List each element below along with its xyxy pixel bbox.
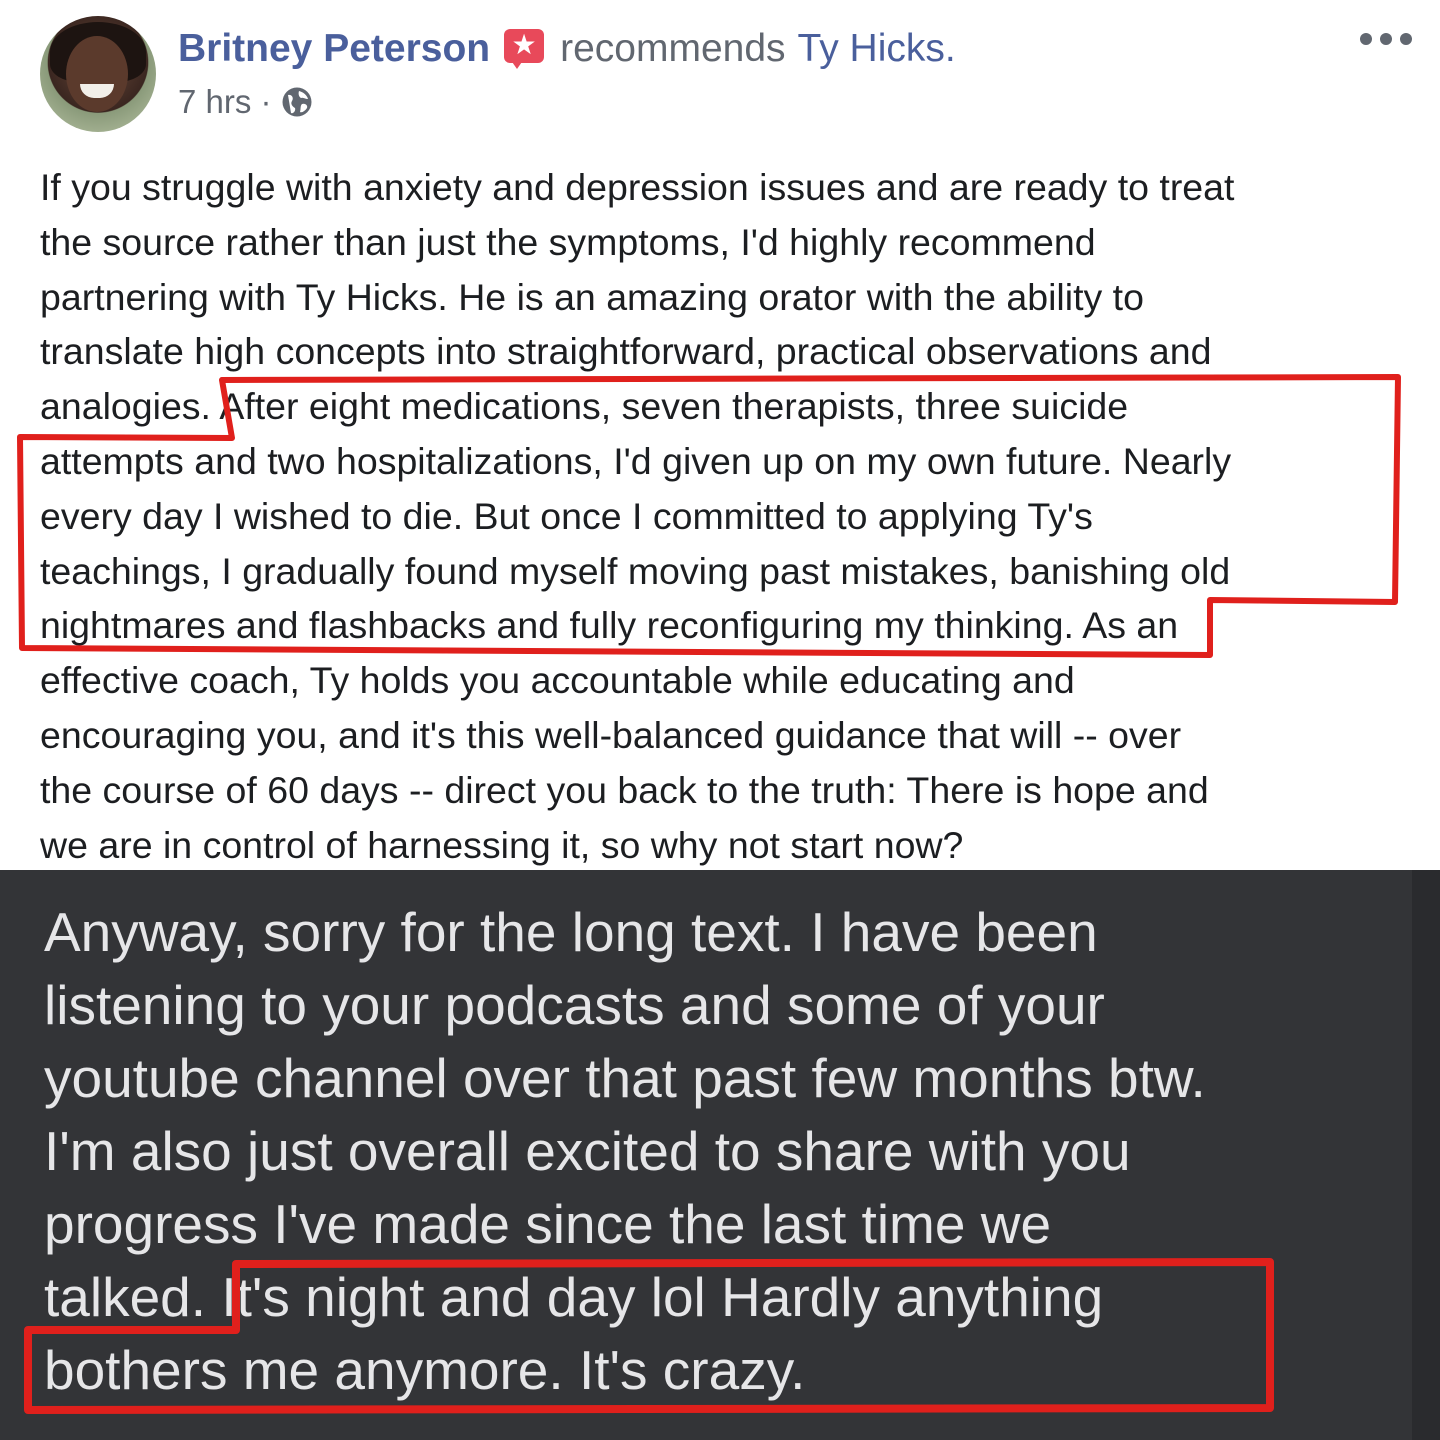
message-line: progress I've made since the last time w…: [44, 1193, 1052, 1255]
message-line: talked. It's night and day lol Hardly an…: [44, 1266, 1104, 1328]
post-body-line: teachings, I gradually found myself movi…: [40, 549, 1231, 592]
recommended-page-link[interactable]: Ty Hicks.: [798, 27, 956, 71]
post-body: If you struggle with anxiety and depress…: [40, 160, 1400, 872]
post-body-line: every day I wished to die. But once I co…: [40, 494, 1093, 537]
post-body-line: nightmares and flashbacks and fully reco…: [40, 604, 1179, 647]
recommendation-star-icon: ★: [502, 27, 546, 71]
post-body-line: the course of 60 days -- direct you back…: [40, 768, 1209, 811]
post-body-line: effective coach, Ty holds you accountabl…: [40, 659, 1075, 702]
post-body-line: attempts and two hospitalizations, I'd g…: [40, 439, 1232, 482]
author-name-link[interactable]: Britney Peterson: [178, 27, 490, 71]
post-header: Britney Peterson ★ recommends Ty Hicks.: [178, 26, 956, 72]
recommends-text: recommends: [560, 27, 786, 70]
post-body-line: If you struggle with anxiety and depress…: [40, 166, 1235, 208]
post-timestamp[interactable]: 7 hrs ·: [178, 83, 272, 121]
facebook-post: Britney Peterson ★ recommends Ty Hicks. …: [0, 0, 1440, 870]
post-body-line: we are in control of harnessing it, so w…: [40, 823, 964, 866]
post-body-line: partnering with Ty Hicks. He is an amazi…: [40, 275, 1144, 318]
post-body-line: encouraging you, and it's this well-bala…: [40, 713, 1182, 756]
message-edge: [1412, 870, 1440, 1440]
post-body-line: translate high concepts into straightfor…: [40, 330, 1212, 373]
globe-icon: [282, 87, 312, 117]
post-body-line: analogies. After eight medications, seve…: [40, 385, 1129, 428]
message-line: Anyway, sorry for the long text. I have …: [44, 901, 1098, 963]
message-bubble-text: Anyway, sorry for the long text. I have …: [44, 896, 1414, 1407]
author-avatar[interactable]: [40, 16, 156, 132]
avatar-face: [66, 36, 128, 112]
post-meta: 7 hrs ·: [178, 82, 314, 122]
post-body-line: the source rather than just the symptoms…: [40, 220, 1096, 263]
message-line: bothers me anymore. It's crazy.: [44, 1339, 806, 1401]
ellipsis-icon[interactable]: [1360, 28, 1412, 50]
message-line: I'm also just overall excited to share w…: [44, 1120, 1131, 1182]
message-line: youtube channel over that past few month…: [44, 1047, 1206, 1109]
message-line: listening to your podcasts and some of y…: [44, 974, 1105, 1036]
